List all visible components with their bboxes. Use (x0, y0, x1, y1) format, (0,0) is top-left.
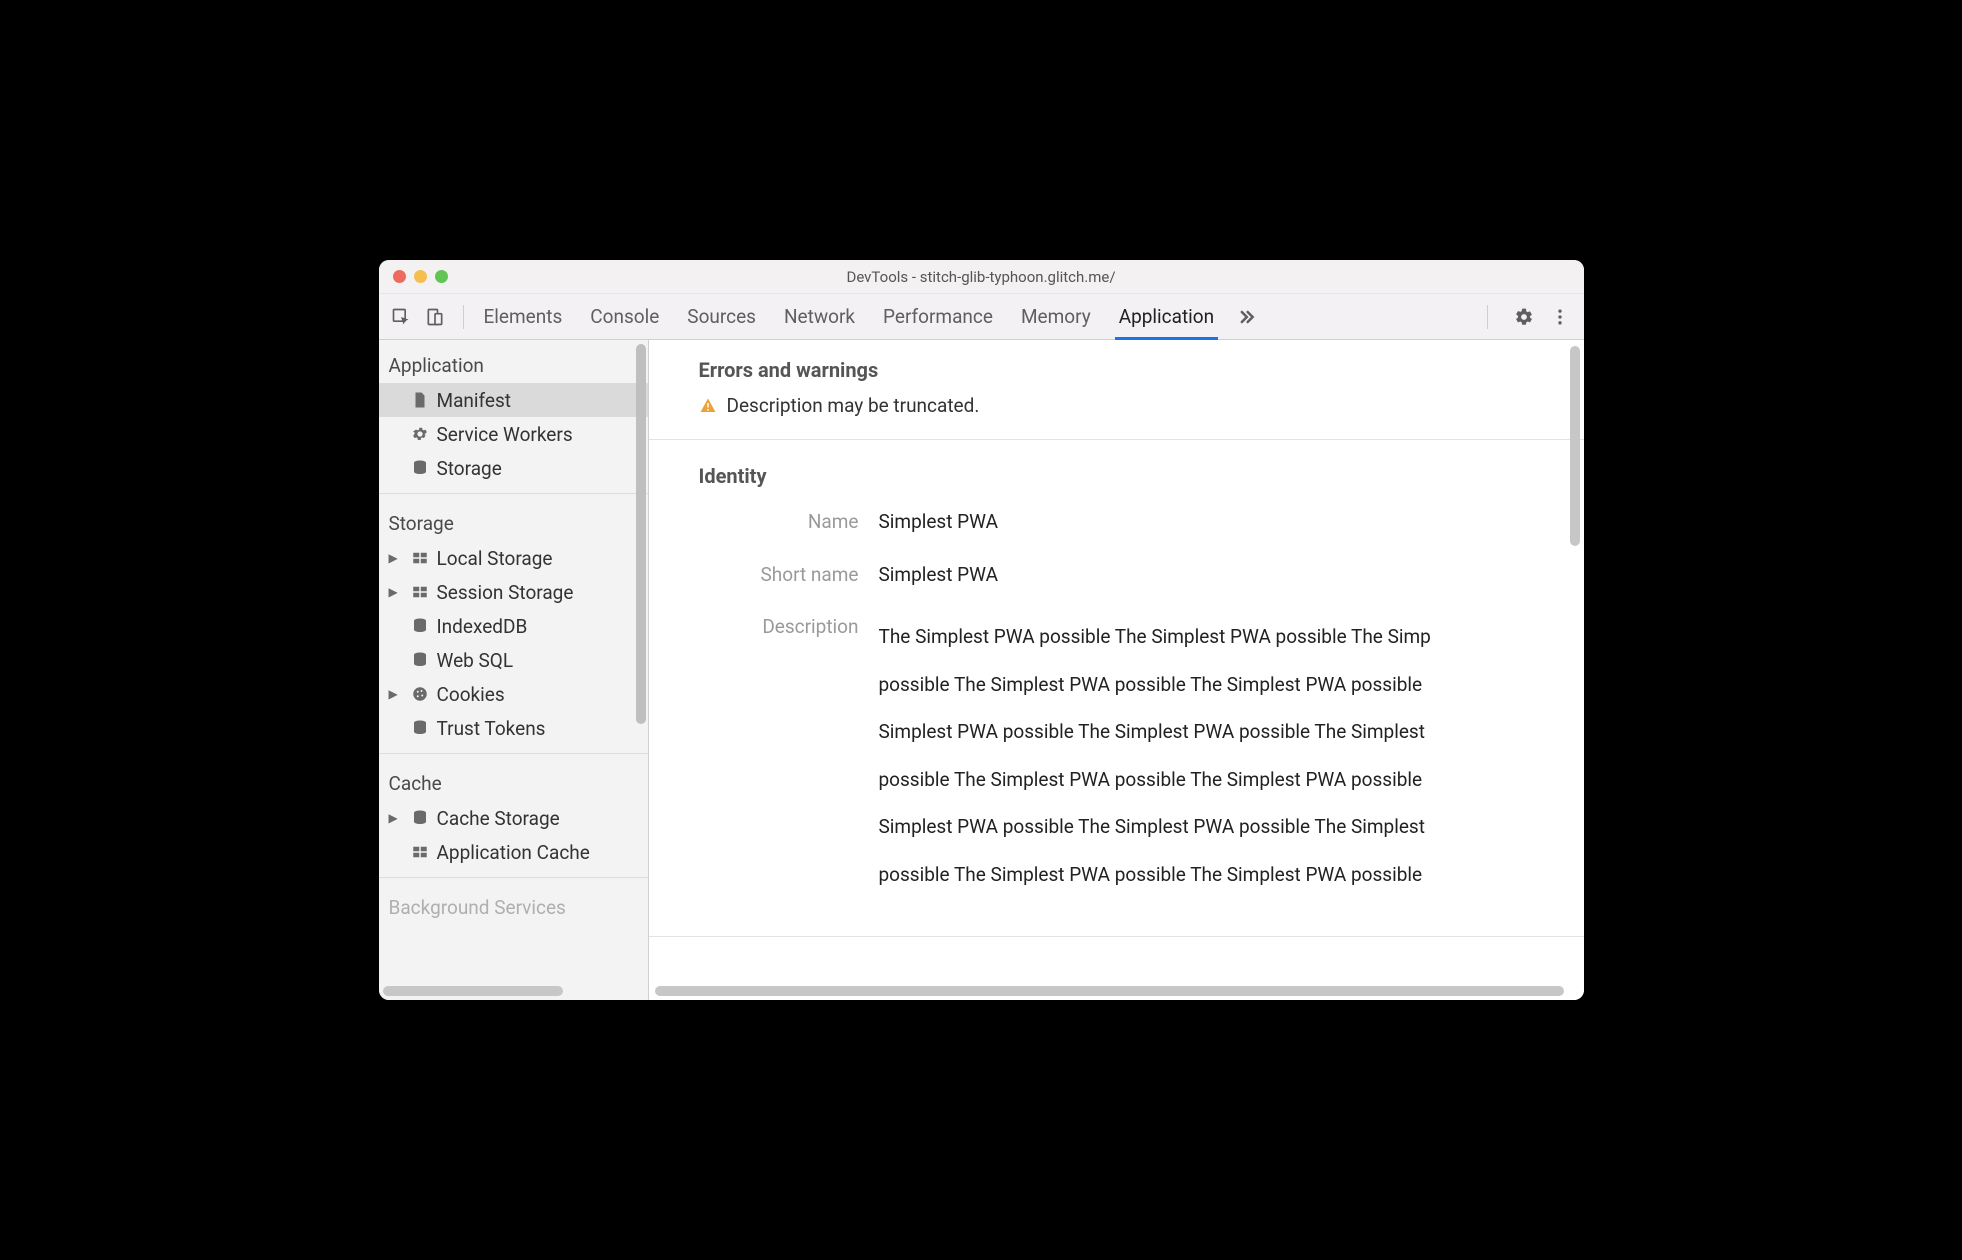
sidebar-item-label: Cookies (437, 683, 505, 706)
errors-warnings-heading: Errors and warnings (699, 358, 1534, 382)
warning-triangle-icon (699, 397, 717, 415)
traffic-zoom[interactable] (435, 270, 448, 283)
tab-application[interactable]: Application (1119, 294, 1214, 339)
manifest-panel: Errors and warnings Description may be t… (649, 340, 1584, 1000)
kebab-menu-icon[interactable] (1550, 307, 1570, 327)
sidebar-item-indexeddb[interactable]: IndexedDB (379, 609, 648, 643)
sidebar-item-local-storage[interactable]: ▶ Local Storage (379, 541, 648, 575)
identity-description-row: Description The Simplest PWA possible Th… (699, 613, 1566, 898)
warning-text: Description may be truncated. (727, 394, 980, 417)
sidebar-divider (379, 877, 648, 878)
database-icon (411, 459, 429, 477)
more-tabs-icon[interactable] (1236, 307, 1256, 327)
identity-name-value: Simplest PWA (879, 508, 1566, 537)
main-horizontal-scrollbar[interactable] (655, 986, 1564, 996)
inspect-element-icon[interactable] (391, 307, 411, 327)
database-icon (411, 617, 429, 635)
table-icon (411, 549, 429, 567)
sidebar-section-cache: Cache (379, 762, 648, 801)
sidebar-item-storage[interactable]: Storage (379, 451, 648, 485)
toolbar-divider (463, 305, 464, 329)
identity-shortname-row: Short name Simplest PWA (699, 561, 1566, 590)
settings-gear-icon[interactable] (1514, 307, 1534, 327)
cookie-icon (411, 685, 429, 703)
caret-icon[interactable]: ▶ (389, 551, 399, 565)
sidebar-item-label: Web SQL (437, 649, 514, 672)
main-vertical-scrollbar[interactable] (1570, 346, 1580, 546)
sidebar-item-label: Cache Storage (437, 807, 560, 830)
database-icon (411, 809, 429, 827)
identity-name-label: Name (699, 508, 879, 533)
sidebar-item-label: IndexedDB (437, 615, 528, 638)
sidebar-divider (379, 493, 648, 494)
traffic-minimize[interactable] (414, 270, 427, 283)
identity-name-row: Name Simplest PWA (699, 508, 1566, 537)
sidebar-item-service-workers[interactable]: Service Workers (379, 417, 648, 451)
sidebar-item-session-storage[interactable]: ▶ Session Storage (379, 575, 648, 609)
sidebar-item-label: Trust Tokens (437, 717, 546, 740)
sidebar-item-web-sql[interactable]: Web SQL (379, 643, 648, 677)
sidebar-horizontal-scrollbar[interactable] (383, 986, 563, 996)
panel-body: Application Manifest Service Workers Sto… (379, 340, 1584, 1000)
tab-network[interactable]: Network (784, 294, 855, 339)
sidebar-item-label: Service Workers (437, 423, 573, 446)
sidebar-item-label: Local Storage (437, 547, 553, 570)
gear-icon (411, 425, 429, 443)
toolbar-divider-right (1487, 305, 1488, 329)
sidebar-scrollbar[interactable] (636, 344, 646, 724)
file-icon (411, 391, 429, 409)
tab-memory[interactable]: Memory (1021, 294, 1091, 339)
sidebar-item-cache-storage[interactable]: ▶ Cache Storage (379, 801, 648, 835)
tab-performance[interactable]: Performance (883, 294, 993, 339)
identity-shortname-label: Short name (699, 561, 879, 586)
sidebar-item-cookies[interactable]: ▶ Cookies (379, 677, 648, 711)
devtools-tabstrip: Elements Console Sources Network Perform… (379, 294, 1584, 340)
identity-description-label: Description (699, 613, 879, 638)
sidebar-section-application: Application (379, 344, 648, 383)
tab-console[interactable]: Console (590, 294, 659, 339)
section-divider (649, 936, 1584, 937)
panel-tabs: Elements Console Sources Network Perform… (484, 294, 1215, 339)
devtools-window: DevTools - stitch-glib-typhoon.glitch.me… (379, 260, 1584, 1000)
sidebar-item-application-cache[interactable]: Application Cache (379, 835, 648, 869)
window-titlebar: DevTools - stitch-glib-typhoon.glitch.me… (379, 260, 1584, 294)
sidebar-item-label: Session Storage (437, 581, 574, 604)
identity-shortname-value: Simplest PWA (879, 561, 1566, 590)
identity-section: Identity Name Simplest PWA Short name Si… (649, 440, 1584, 932)
sidebar-item-label: Application Cache (437, 841, 590, 864)
traffic-lights (393, 270, 448, 283)
caret-icon[interactable]: ▶ (389, 585, 399, 599)
sidebar-section-storage: Storage (379, 502, 648, 541)
device-toolbar-icon[interactable] (425, 307, 445, 327)
tab-elements[interactable]: Elements (484, 294, 563, 339)
errors-warnings-section: Errors and warnings Description may be t… (649, 358, 1584, 435)
database-icon (411, 719, 429, 737)
sidebar-divider (379, 753, 648, 754)
sidebar-item-manifest[interactable]: Manifest (379, 383, 648, 417)
tab-sources[interactable]: Sources (687, 294, 756, 339)
identity-description-value: The Simplest PWA possible The Simplest P… (879, 613, 1566, 898)
caret-icon[interactable]: ▶ (389, 811, 399, 825)
database-icon (411, 651, 429, 669)
sidebar-item-label: Manifest (437, 389, 512, 412)
sidebar-item-label: Storage (437, 457, 502, 480)
sidebar-item-trust-tokens[interactable]: Trust Tokens (379, 711, 648, 745)
sidebar-section-background-services: Background Services (379, 886, 648, 925)
traffic-close[interactable] (393, 270, 406, 283)
warning-row: Description may be truncated. (699, 394, 1534, 417)
caret-icon[interactable]: ▶ (389, 687, 399, 701)
application-sidebar: Application Manifest Service Workers Sto… (379, 340, 649, 1000)
identity-heading: Identity (699, 464, 1566, 488)
table-icon (411, 583, 429, 601)
table-icon (411, 843, 429, 861)
window-title: DevTools - stitch-glib-typhoon.glitch.me… (379, 268, 1584, 286)
